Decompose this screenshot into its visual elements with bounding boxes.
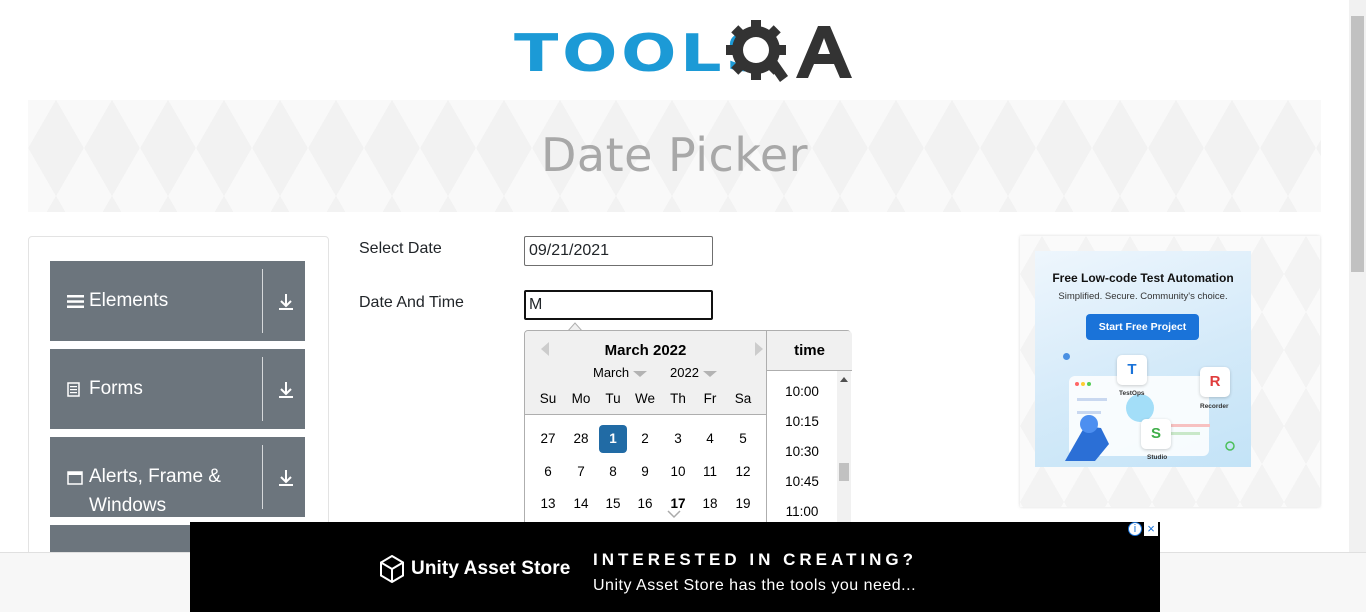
page-scrollbar[interactable] xyxy=(1349,0,1366,552)
sidebar-group-label: Alerts, Frame & xyxy=(89,466,221,487)
ad-subtitle: Simplified. Secure. Community's choice. xyxy=(1058,291,1228,302)
start-free-project-button[interactable]: Start Free Project xyxy=(1086,314,1199,340)
calendar-day-selected[interactable]: 1 xyxy=(599,425,627,453)
download-arrow-icon xyxy=(279,470,293,486)
calendar-day[interactable]: 7 xyxy=(567,458,595,486)
recorder-icon: R xyxy=(1200,367,1230,397)
calendar-day[interactable]: 19 xyxy=(729,490,757,518)
datepicker-popup: March 2022 March 2022 Su Mo Tu We Th Fr … xyxy=(524,330,852,531)
page-title: Date Picker xyxy=(540,128,809,182)
hamburger-icon xyxy=(67,295,84,308)
calendar-day[interactable]: 18 xyxy=(696,490,724,518)
katalon-ad[interactable]: Free Low-code Test Automation Simplified… xyxy=(1035,251,1251,467)
calendar-day[interactable]: 3 xyxy=(664,425,692,453)
sidebar-group-elements[interactable]: Elements xyxy=(50,261,305,341)
time-option[interactable]: 10:15 xyxy=(767,414,837,429)
time-option[interactable]: 10:45 xyxy=(767,474,837,489)
calendar-day[interactable]: 8 xyxy=(599,458,627,486)
next-month-icon[interactable] xyxy=(755,342,763,356)
ad-tile-label: Studio xyxy=(1147,454,1168,461)
sidebar-group-label: Elements xyxy=(89,290,169,311)
page-banner: Date Picker xyxy=(28,100,1321,212)
calendar-day[interactable]: 5 xyxy=(729,425,757,453)
studio-icon: S xyxy=(1141,419,1171,449)
calendar-day[interactable]: 13 xyxy=(534,490,562,518)
calendar-day[interactable]: 27 xyxy=(534,425,562,453)
current-month-title: March 2022 xyxy=(604,342,687,359)
calendar-day[interactable]: 16 xyxy=(631,490,659,518)
unity-brand-name: Unity Asset Store xyxy=(411,558,571,579)
weekday-label: Th xyxy=(670,391,686,406)
document-icon xyxy=(67,382,80,397)
weekday-label: Su xyxy=(539,391,557,406)
calendar-day[interactable]: 14 xyxy=(567,490,595,518)
download-arrow-icon xyxy=(279,294,293,310)
sidebar-group-label: Forms xyxy=(89,378,143,399)
sidebar-group-alerts[interactable]: Alerts, Frame & Windows xyxy=(50,437,305,517)
time-column: time 10:00 10:15 10:30 10:45 11:00 xyxy=(766,331,852,531)
page: TOOLS Date Picker Elements Forms Alerts,… xyxy=(0,0,1366,612)
time-scrollbar[interactable] xyxy=(837,371,851,531)
unity-ad-banner[interactable]: i × Unity Asset Store INTERESTED IN CREA… xyxy=(190,522,1160,612)
select-date-input[interactable]: 09/21/2021 xyxy=(524,236,713,266)
chevron-down-icon xyxy=(633,370,648,377)
scroll-up-arrow-icon[interactable] xyxy=(840,377,848,382)
unity-logo-icon xyxy=(380,555,404,583)
sidebar-group-forms[interactable]: Forms xyxy=(50,349,305,429)
download-arrow-icon xyxy=(279,382,293,398)
ad-info-icon[interactable]: i xyxy=(1128,522,1142,536)
date-time-label: Date And Time xyxy=(359,294,464,311)
calendar-day[interactable]: 28 xyxy=(567,425,595,453)
time-option[interactable]: 11:00 xyxy=(767,504,837,519)
datepicker-header: March 2022 March 2022 Su Mo Tu We Th Fr … xyxy=(525,331,766,415)
testops-icon: T xyxy=(1117,355,1147,385)
calendar-day[interactable]: 11 xyxy=(696,458,724,486)
weekday-label: Sa xyxy=(734,391,752,406)
year-dropdown-value: 2022 xyxy=(670,365,699,380)
calendar-day[interactable]: 6 xyxy=(534,458,562,486)
scroll-thumb[interactable] xyxy=(839,463,849,481)
weekday-label: Tu xyxy=(605,391,621,406)
ad-title: Free Low-code Test Automation xyxy=(1052,271,1234,285)
month-dropdown[interactable]: March xyxy=(593,365,648,380)
divider xyxy=(262,357,263,421)
calendar-day[interactable]: 15 xyxy=(599,490,627,518)
sidebar: Elements Forms Alerts, Frame & Windows xyxy=(28,236,329,585)
decorative-dot xyxy=(1063,353,1070,360)
calendar-day[interactable]: 2 xyxy=(631,425,659,453)
calendar-day[interactable]: 10 xyxy=(664,458,692,486)
weekday-label: Mo xyxy=(571,391,591,406)
ad-close-icon[interactable]: × xyxy=(1144,522,1158,536)
logo-letter-a xyxy=(796,26,852,78)
divider xyxy=(262,445,263,509)
weekday-label: Fr xyxy=(703,391,717,406)
window-icon xyxy=(67,471,83,485)
sidebar-group-label-line2: Windows xyxy=(89,495,167,516)
time-option[interactable]: 10:30 xyxy=(767,444,837,459)
month-dropdown-value: March xyxy=(593,365,630,380)
chevron-down-icon xyxy=(702,370,717,377)
ad-subline: Unity Asset Store has the tools you need… xyxy=(593,577,917,594)
time-option[interactable]: 10:00 xyxy=(767,384,837,399)
year-dropdown[interactable]: 2022 xyxy=(670,365,717,380)
ad-tile-label: Recorder xyxy=(1200,403,1229,410)
divider xyxy=(262,269,263,333)
weekday-label: We xyxy=(634,391,655,406)
date-time-input[interactable]: M xyxy=(524,290,713,320)
ad-tile-label: TestOps xyxy=(1119,390,1145,397)
year-scroll-down-icon[interactable] xyxy=(667,509,681,519)
time-header: time xyxy=(767,331,852,371)
calendar-day[interactable]: 4 xyxy=(696,425,724,453)
select-date-label: Select Date xyxy=(359,240,442,257)
calendar-day[interactable]: 9 xyxy=(631,458,659,486)
toolsqa-logo[interactable]: TOOLS xyxy=(514,16,852,92)
gear-magnifier-icon xyxy=(726,20,788,82)
page-scroll-thumb[interactable] xyxy=(1351,16,1364,272)
calendar-day[interactable]: 12 xyxy=(729,458,757,486)
ad-headline: INTERESTED IN CREATING? xyxy=(593,550,918,569)
